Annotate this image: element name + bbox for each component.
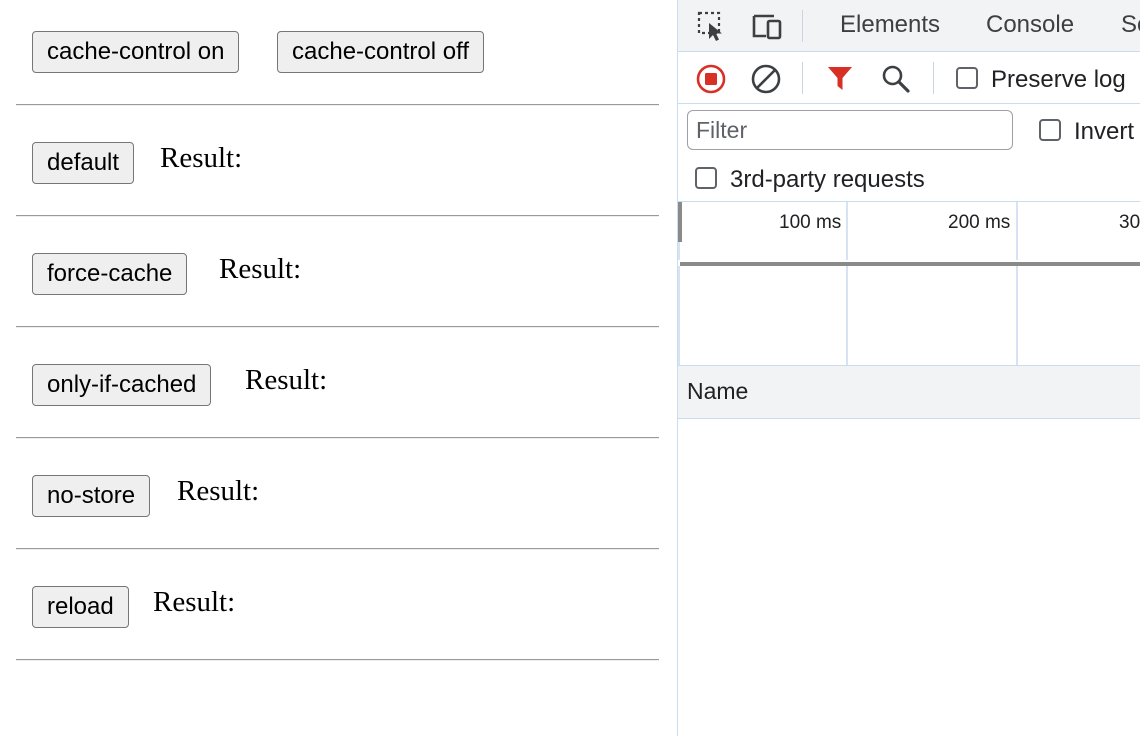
third-party-requests-checkbox[interactable] xyxy=(695,167,717,189)
result-label: Result: xyxy=(177,475,260,507)
third-party-requests-label: 3rd-party requests xyxy=(730,166,925,193)
cache-control-off-button[interactable]: cache-control off xyxy=(277,31,484,73)
toolbar-separator xyxy=(802,62,803,94)
column-header-name[interactable]: Name xyxy=(687,378,748,405)
result-label: Result: xyxy=(245,364,328,396)
default-button[interactable]: default xyxy=(32,142,135,184)
network-toolbar: Preserve log xyxy=(678,52,1140,104)
invert-checkbox[interactable] xyxy=(1039,119,1061,141)
record-icon[interactable] xyxy=(695,63,727,100)
requests-table-body xyxy=(678,420,1140,736)
cache-control-on-button[interactable]: cache-control on xyxy=(32,31,240,73)
divider xyxy=(16,659,659,661)
result-label: Result: xyxy=(160,142,243,174)
clear-icon[interactable] xyxy=(750,63,782,100)
divider xyxy=(16,104,659,106)
tab-elements[interactable]: Elements xyxy=(840,0,940,52)
inspect-element-icon[interactable] xyxy=(696,10,728,47)
tab-console[interactable]: Console xyxy=(986,0,1074,52)
devtools-tab-bar: Elements Console So xyxy=(678,0,1140,52)
toolbar-separator xyxy=(933,62,934,94)
requests-table-header: Name xyxy=(678,366,1140,419)
devtools-panel: Elements Console So xyxy=(677,0,1140,736)
result-label: Result: xyxy=(153,586,236,618)
only-if-cached-button[interactable]: only-if-cached xyxy=(32,364,212,406)
timeline-tick-200ms: 200 ms xyxy=(948,212,1011,233)
preserve-log-checkbox[interactable] xyxy=(956,67,978,89)
timeline-overview[interactable]: 100 ms 200 ms 30 xyxy=(678,202,1140,366)
timeline-bar xyxy=(680,262,1140,266)
no-store-button[interactable]: no-store xyxy=(32,475,151,517)
timeline-gridline xyxy=(846,202,848,365)
timeline-tick-300ms: 30 xyxy=(1119,212,1140,233)
filter-input[interactable] xyxy=(687,110,1013,150)
device-toolbar-icon[interactable] xyxy=(750,10,784,47)
timeline-gridline xyxy=(1016,202,1018,365)
divider xyxy=(16,326,659,328)
toolbar-separator xyxy=(802,10,803,42)
search-icon[interactable] xyxy=(881,64,911,99)
tab-sources[interactable]: So xyxy=(1121,0,1140,52)
timeline-tick-100ms: 100 ms xyxy=(779,212,842,233)
divider xyxy=(16,437,659,439)
reload-button[interactable]: reload xyxy=(32,586,129,628)
result-label: Result: xyxy=(219,253,302,285)
preserve-log-label: Preserve log xyxy=(991,66,1126,93)
force-cache-button[interactable]: force-cache xyxy=(32,253,188,295)
filter-row: Invert xyxy=(678,104,1140,156)
timeline-start-marker xyxy=(678,202,682,242)
third-party-row: 3rd-party requests xyxy=(678,156,1140,202)
web-page: cache-control on cache-control off defau… xyxy=(0,0,677,736)
filter-icon[interactable] xyxy=(826,64,854,97)
divider xyxy=(16,548,659,550)
divider xyxy=(16,215,659,217)
invert-label: Invert xyxy=(1074,118,1135,145)
